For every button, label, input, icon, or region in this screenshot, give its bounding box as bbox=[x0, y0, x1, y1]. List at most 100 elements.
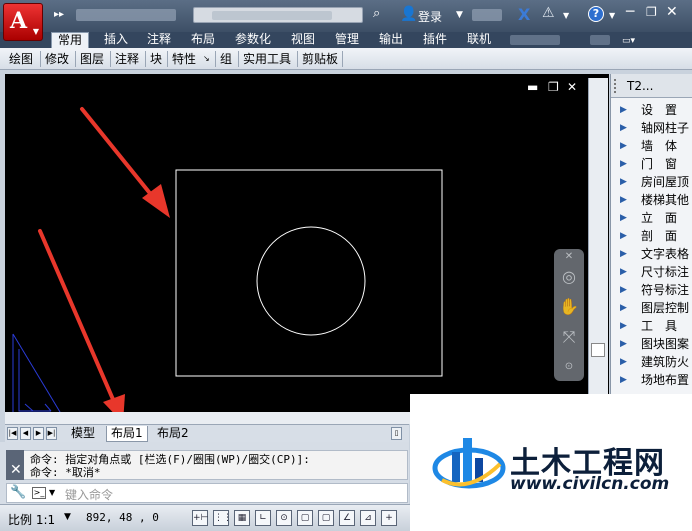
circle-entity bbox=[256, 226, 366, 336]
palette-item[interactable]: ▶ 楼梯其他 bbox=[611, 191, 692, 209]
tab-layout1[interactable]: 布局1 bbox=[106, 426, 148, 442]
palette-grip-icon[interactable] bbox=[614, 79, 622, 93]
tab-manage[interactable]: 管理 bbox=[335, 32, 359, 48]
palette-header[interactable]: T2... bbox=[611, 74, 692, 98]
application-menu-button[interactable]: A ▼ bbox=[3, 3, 43, 41]
panel-properties[interactable]: 特性 bbox=[172, 51, 196, 67]
dropdown-arrow-icon[interactable]: ▼ bbox=[563, 11, 569, 20]
first-tab-icon[interactable]: |◀ bbox=[7, 427, 18, 440]
dyn-icon[interactable]: ⊿ bbox=[360, 510, 376, 526]
expand-arrow-icon: ▶ bbox=[620, 123, 627, 133]
ducs-icon[interactable]: ∠ bbox=[339, 510, 355, 526]
tab-layout2[interactable]: 布局2 bbox=[153, 426, 193, 442]
palette-item[interactable]: ▶ 尺寸标注 bbox=[611, 263, 692, 281]
palette-item-label: 图层控制 bbox=[641, 301, 690, 315]
drawing-canvas[interactable] bbox=[5, 74, 609, 424]
palette-item[interactable]: ▶ 工 具 bbox=[611, 317, 692, 335]
command-prompt-icon[interactable]: >_ bbox=[32, 487, 46, 499]
palette-item[interactable]: ▶ 文字表格 bbox=[611, 245, 692, 263]
panel-group[interactable]: 组 bbox=[220, 51, 232, 67]
scale-dropdown-icon[interactable]: ▼ bbox=[64, 512, 71, 522]
help-icon[interactable]: ? bbox=[588, 6, 604, 22]
tab-model[interactable]: 模型 bbox=[67, 426, 99, 442]
expand-arrow-icon: ▶ bbox=[620, 141, 627, 151]
palette-item[interactable]: ▶ 剖 面 bbox=[611, 227, 692, 245]
panel-layers[interactable]: 图层 bbox=[80, 51, 104, 67]
close-viewport-icon[interactable]: ✕ bbox=[567, 80, 577, 94]
vertical-scrollbar[interactable] bbox=[588, 78, 608, 412]
recent-commands-icon[interactable]: ▼ bbox=[49, 488, 55, 497]
panel-draw[interactable]: 绘图 bbox=[9, 51, 33, 67]
tab-view[interactable]: 视图 bbox=[291, 32, 315, 48]
panel-utilities[interactable]: 实用工具 bbox=[243, 51, 291, 67]
navbar-close-icon[interactable]: ✕ bbox=[558, 251, 580, 262]
panel-annotation[interactable]: 注释 bbox=[115, 51, 139, 67]
ortho-icon[interactable]: ∟ bbox=[255, 510, 271, 526]
panel-clipboard[interactable]: 剪贴板 bbox=[302, 51, 338, 67]
pan-hand-icon[interactable]: ✋ bbox=[558, 297, 580, 316]
command-input-placeholder: 键入命令 bbox=[65, 488, 114, 502]
exchange-icon[interactable]: X bbox=[518, 5, 530, 24]
login-link[interactable]: 登录 bbox=[418, 8, 442, 25]
otrack-icon[interactable]: ▢ bbox=[318, 510, 334, 526]
command-input[interactable]: 🔧 >_ ▼ 键入命令 bbox=[6, 483, 408, 503]
tab-scroll-icon[interactable]: ▯ bbox=[391, 427, 402, 440]
minimize-icon[interactable]: ─ bbox=[626, 4, 634, 20]
scale-selector[interactable]: 比例 1:1 bbox=[8, 511, 55, 528]
palette-item[interactable]: ▶ 图块图案 bbox=[611, 335, 692, 353]
blurred-title bbox=[76, 9, 176, 21]
lineweight-icon[interactable]: + bbox=[381, 510, 397, 526]
expand-arrow-icon: ▶ bbox=[620, 105, 627, 115]
prev-tab-icon[interactable]: ◀ bbox=[20, 427, 31, 440]
tab-home[interactable]: 常用 bbox=[51, 32, 90, 48]
palette-item[interactable]: ▶ 轴网柱子 bbox=[611, 119, 692, 137]
grid-icon[interactable]: ▦ bbox=[234, 510, 250, 526]
panel-modify[interactable]: 修改 bbox=[45, 51, 69, 67]
annotation-arrow-1 bbox=[80, 107, 170, 218]
close-icon[interactable]: ✕ bbox=[666, 4, 678, 20]
autocad-window: ▸▸ ⌕ 👤 登录 ▼ X ⚠ ▼ ? ▼ ─ ❐ ✕ A ▼ 常用 插入 注释… bbox=[0, 0, 692, 531]
restore-viewport-icon[interactable]: ❐ bbox=[548, 80, 559, 94]
polar-icon[interactable]: ⊙ bbox=[276, 510, 292, 526]
navbar-menu-icon[interactable]: ⊙ bbox=[558, 361, 580, 372]
palette-item[interactable]: ▶ 图层控制 bbox=[611, 299, 692, 317]
tab-plugins[interactable]: 插件 bbox=[423, 32, 447, 48]
palette-item[interactable]: ▶ 立 面 bbox=[611, 209, 692, 227]
scrollbar-thumb[interactable] bbox=[591, 343, 605, 357]
steering-wheel-icon[interactable]: ◎ bbox=[558, 267, 580, 286]
next-tab-icon[interactable]: ▶ bbox=[33, 427, 44, 440]
panel-block[interactable]: 块 bbox=[150, 51, 162, 67]
last-tab-icon[interactable]: ▶| bbox=[46, 427, 57, 440]
tab-annotate[interactable]: 注释 bbox=[147, 32, 171, 48]
tab-insert[interactable]: 插入 bbox=[104, 32, 128, 48]
minimize-viewport-icon[interactable]: ▬ bbox=[527, 80, 538, 94]
restore-icon[interactable]: ❐ bbox=[646, 5, 657, 19]
close-command-icon[interactable]: ✕ bbox=[10, 462, 22, 478]
osnap-icon[interactable]: ▢ bbox=[297, 510, 313, 526]
help-dropdown-icon[interactable]: ▼ bbox=[609, 11, 615, 20]
zoom-icon[interactable]: ⤧ bbox=[558, 327, 580, 347]
user-icon[interactable]: 👤 bbox=[400, 6, 417, 22]
palette-item[interactable]: ▶ 房间屋顶 bbox=[611, 173, 692, 191]
palette-item[interactable]: ▶ 门 窗 bbox=[611, 155, 692, 173]
search-icon[interactable]: ⌕ bbox=[373, 6, 380, 21]
quick-access-toolbar[interactable]: ▸▸ bbox=[54, 9, 64, 20]
tab-layout[interactable]: 布局 bbox=[191, 32, 215, 48]
panel-launcher-icon[interactable]: ↘ bbox=[203, 51, 210, 67]
divider bbox=[297, 51, 298, 67]
tab-output[interactable]: 输出 bbox=[379, 32, 403, 48]
palette-item[interactable]: ▶ 设 置 bbox=[611, 101, 692, 119]
palette-item[interactable]: ▶ 场地布置 bbox=[611, 371, 692, 389]
palette-item-label: 轴网柱子 bbox=[641, 121, 690, 135]
infer-constraints-icon[interactable]: +⊢ bbox=[192, 510, 208, 526]
tab-parametric[interactable]: 参数化 bbox=[235, 32, 271, 48]
coordinate-readout[interactable]: 892, 48 , 0 bbox=[86, 511, 159, 524]
palette-item[interactable]: ▶ 墙 体 bbox=[611, 137, 692, 155]
a360-icon[interactable]: ⚠ bbox=[542, 5, 555, 21]
palette-item[interactable]: ▶ 符号标注 bbox=[611, 281, 692, 299]
wrench-icon[interactable]: 🔧 bbox=[10, 485, 26, 500]
tab-online[interactable]: 联机 bbox=[467, 32, 491, 48]
palette-item[interactable]: ▶ 建筑防火 bbox=[611, 353, 692, 371]
login-dropdown-icon[interactable]: ▼ bbox=[456, 10, 463, 20]
snap-icon[interactable]: ⋮⋮ bbox=[213, 510, 232, 526]
